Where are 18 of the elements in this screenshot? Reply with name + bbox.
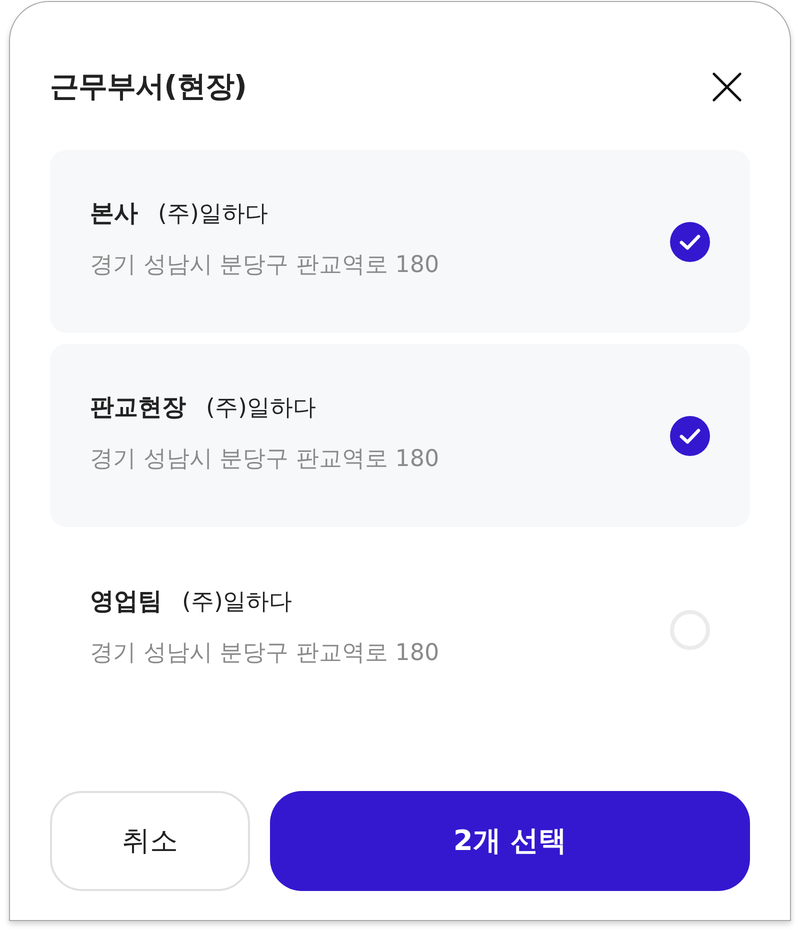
location-address: 경기 성남시 분당구 판교역로 180	[90, 251, 440, 280]
company-name: (주)일하다	[206, 394, 316, 423]
company-name: (주)일하다	[158, 200, 268, 229]
location-name: 영업팀	[90, 586, 162, 617]
location-option[interactable]: 본사 (주)일하다 경기 성남시 분당구 판교역로 180	[50, 150, 750, 333]
confirm-button[interactable]: 2개 선택	[270, 791, 750, 891]
location-address: 경기 성남시 분당구 판교역로 180	[90, 445, 440, 474]
dialog-title: 근무부서(현장)	[50, 68, 247, 105]
check-icon[interactable]	[670, 416, 710, 456]
location-option[interactable]: 판교현장 (주)일하다 경기 성남시 분당구 판교역로 180	[50, 344, 750, 527]
company-name: (주)일하다	[182, 588, 292, 617]
location-name: 본사	[90, 198, 138, 229]
location-address: 경기 성남시 분당구 판교역로 180	[90, 639, 440, 668]
close-icon[interactable]	[712, 72, 742, 102]
location-name: 판교현장	[90, 392, 186, 423]
cancel-button[interactable]: 취소	[50, 791, 250, 891]
check-icon[interactable]	[670, 222, 710, 262]
location-option[interactable]: 영업팀 (주)일하다 경기 성남시 분당구 판교역로 180	[50, 538, 750, 721]
